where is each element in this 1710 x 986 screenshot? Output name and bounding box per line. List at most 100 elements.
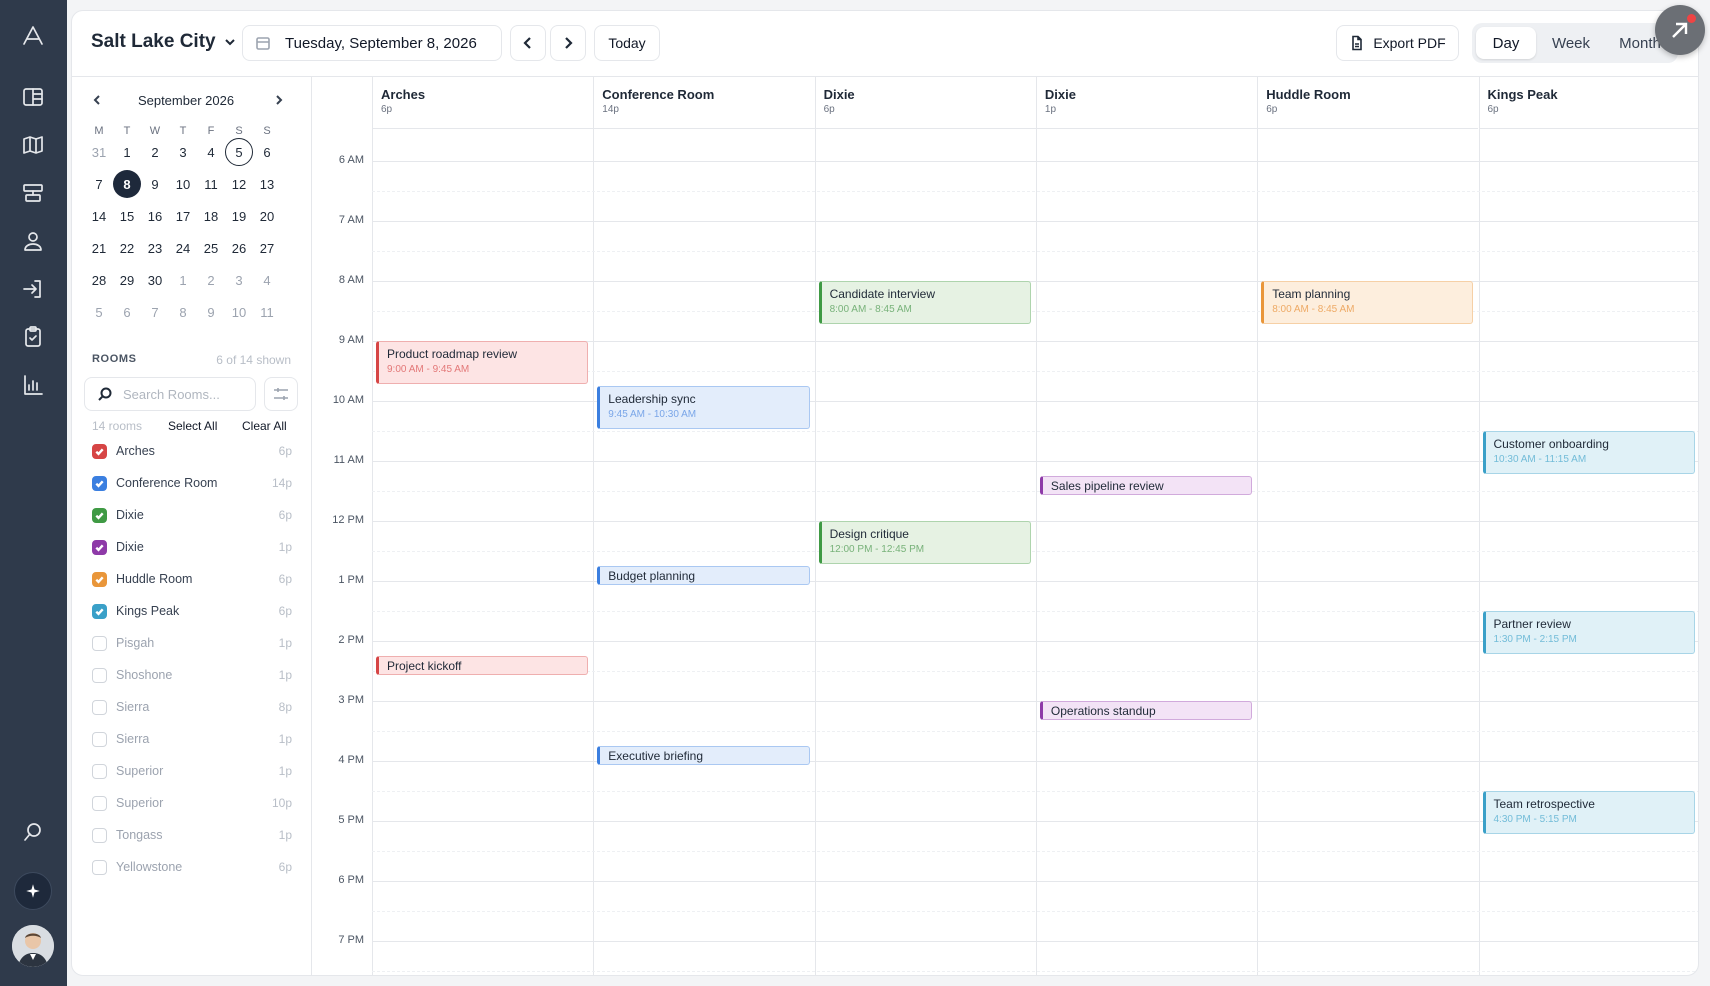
layout-icon[interactable] — [17, 81, 49, 113]
room-checkbox[interactable] — [92, 603, 107, 619]
open-external-button[interactable] — [1655, 5, 1705, 55]
event-block[interactable]: Project kickoff — [376, 656, 589, 675]
room-checkbox[interactable] — [92, 763, 107, 779]
room-search-field[interactable] — [84, 377, 256, 411]
mini-calendar-day[interactable]: 19 — [225, 202, 253, 230]
mini-calendar-day[interactable]: 4 — [197, 138, 225, 166]
mini-calendar-day[interactable]: 27 — [253, 234, 281, 262]
mini-calendar-day[interactable]: 9 — [197, 298, 225, 326]
room-filter-item[interactable]: Yellowstone 6p — [92, 856, 292, 878]
room-checkbox[interactable] — [92, 795, 107, 811]
mini-calendar-day[interactable]: 11 — [253, 298, 281, 326]
mini-calendar-day[interactable]: 10 — [225, 298, 253, 326]
event-block[interactable]: Partner review 1:30 PM - 2:15 PM — [1482, 611, 1695, 654]
mini-calendar-day[interactable]: 30 — [141, 266, 169, 294]
mini-calendar-day[interactable]: 5 — [85, 298, 113, 326]
event-block[interactable]: Operations standup — [1039, 701, 1253, 720]
room-filter-item[interactable]: Kings Peak 6p — [92, 600, 292, 622]
prev-day-button[interactable] — [510, 25, 546, 61]
mini-calendar-day[interactable]: 1 — [113, 138, 141, 166]
event-block[interactable]: Team planning 8:00 AM - 8:45 AM — [1261, 281, 1474, 324]
room-checkbox[interactable] — [92, 443, 107, 459]
mini-calendar-day[interactable]: 4 — [253, 266, 281, 294]
room-checkbox[interactable] — [92, 475, 107, 491]
room-filter-item[interactable]: Superior 1p — [92, 760, 292, 782]
mini-calendar-day[interactable]: 8 — [113, 170, 141, 198]
mini-calendar-day[interactable]: 18 — [197, 202, 225, 230]
user-icon[interactable] — [17, 225, 49, 257]
room-filter-item[interactable]: Sierra 1p — [92, 728, 292, 750]
mini-calendar-day[interactable]: 31 — [85, 138, 113, 166]
mini-calendar-day[interactable]: 22 — [113, 234, 141, 262]
logo-icon[interactable] — [17, 20, 49, 52]
location-selector[interactable]: Salt Lake City — [91, 31, 238, 53]
room-checkbox[interactable] — [92, 507, 107, 523]
view-day-tab[interactable]: Day — [1476, 27, 1536, 59]
event-block[interactable]: Candidate interview 8:00 AM - 8:45 AM — [818, 281, 1031, 324]
mini-calendar-day[interactable]: 12 — [225, 170, 253, 198]
mini-calendar-day[interactable]: 7 — [85, 170, 113, 198]
mini-calendar-day[interactable]: 5 — [225, 138, 253, 166]
room-filter-item[interactable]: Dixie 1p — [92, 536, 292, 558]
map-icon[interactable] — [17, 129, 49, 161]
mini-calendar-day[interactable]: 7 — [141, 298, 169, 326]
room-checkbox[interactable] — [92, 667, 107, 683]
rooms-icon[interactable] — [17, 177, 49, 209]
filter-button[interactable] — [264, 377, 298, 411]
mini-calendar-day[interactable]: 23 — [141, 234, 169, 262]
mini-calendar-day[interactable]: 1 — [169, 266, 197, 294]
room-filter-item[interactable]: Arches 6p — [92, 440, 292, 462]
mini-calendar-day[interactable]: 2 — [197, 266, 225, 294]
room-checkbox[interactable] — [92, 571, 107, 587]
event-block[interactable]: Customer onboarding 10:30 AM - 11:15 AM — [1482, 431, 1695, 474]
mini-calendar-day[interactable]: 2 — [141, 138, 169, 166]
mini-calendar-day[interactable]: 9 — [141, 170, 169, 198]
mini-calendar-day[interactable]: 3 — [225, 266, 253, 294]
mini-calendar-day[interactable]: 14 — [85, 202, 113, 230]
event-block[interactable]: Executive briefing — [597, 746, 810, 765]
clipboard-icon[interactable] — [17, 321, 49, 353]
room-checkbox[interactable] — [92, 731, 107, 747]
mini-calendar-day[interactable]: 16 — [141, 202, 169, 230]
mini-calendar-day[interactable]: 11 — [197, 170, 225, 198]
mini-calendar-day[interactable]: 26 — [225, 234, 253, 262]
room-filter-item[interactable]: Tongass 1p — [92, 824, 292, 846]
room-filter-item[interactable]: Pisgah 1p — [92, 632, 292, 654]
room-checkbox[interactable] — [92, 635, 107, 651]
mini-calendar-day[interactable]: 25 — [197, 234, 225, 262]
room-filter-item[interactable]: Conference Room 14p — [92, 472, 292, 494]
room-checkbox[interactable] — [92, 539, 107, 555]
bar-chart-icon[interactable] — [17, 369, 49, 401]
room-checkbox[interactable] — [92, 827, 107, 843]
mini-calendar-day[interactable]: 29 — [113, 266, 141, 294]
event-block[interactable]: Budget planning — [597, 566, 810, 585]
mini-calendar-day[interactable]: 8 — [169, 298, 197, 326]
mini-calendar-day[interactable]: 6 — [253, 138, 281, 166]
mini-calendar-day[interactable]: 10 — [169, 170, 197, 198]
mini-calendar-day[interactable]: 13 — [253, 170, 281, 198]
event-block[interactable]: Product roadmap review 9:00 AM - 9:45 AM — [376, 341, 589, 384]
room-filter-item[interactable]: Dixie 6p — [92, 504, 292, 526]
room-filter-item[interactable]: Huddle Room 6p — [92, 568, 292, 590]
mini-calendar-day[interactable]: 20 — [253, 202, 281, 230]
mini-calendar-day[interactable]: 15 — [113, 202, 141, 230]
mini-calendar-day[interactable]: 28 — [85, 266, 113, 294]
view-week-tab[interactable]: Week — [1536, 27, 1606, 59]
next-day-button[interactable] — [550, 25, 586, 61]
room-checkbox[interactable] — [92, 699, 107, 715]
today-button[interactable]: Today — [594, 25, 660, 61]
room-filter-item[interactable]: Sierra 8p — [92, 696, 292, 718]
event-block[interactable]: Team retrospective 4:30 PM - 5:15 PM — [1482, 791, 1695, 834]
event-block[interactable]: Design critique 12:00 PM - 12:45 PM — [818, 521, 1031, 564]
room-checkbox[interactable] — [92, 859, 107, 875]
room-filter-item[interactable]: Superior 10p — [92, 792, 292, 814]
event-block[interactable]: Sales pipeline review — [1039, 476, 1253, 495]
mini-calendar-day[interactable]: 6 — [113, 298, 141, 326]
select-all-button[interactable]: Select All — [168, 419, 217, 433]
mini-next-month-button[interactable] — [272, 93, 288, 109]
mini-calendar-day[interactable]: 21 — [85, 234, 113, 262]
mini-calendar-day[interactable]: 17 — [169, 202, 197, 230]
sparkle-icon[interactable] — [14, 872, 52, 910]
clear-all-button[interactable]: Clear All — [242, 419, 287, 433]
room-search-input[interactable] — [123, 386, 243, 402]
